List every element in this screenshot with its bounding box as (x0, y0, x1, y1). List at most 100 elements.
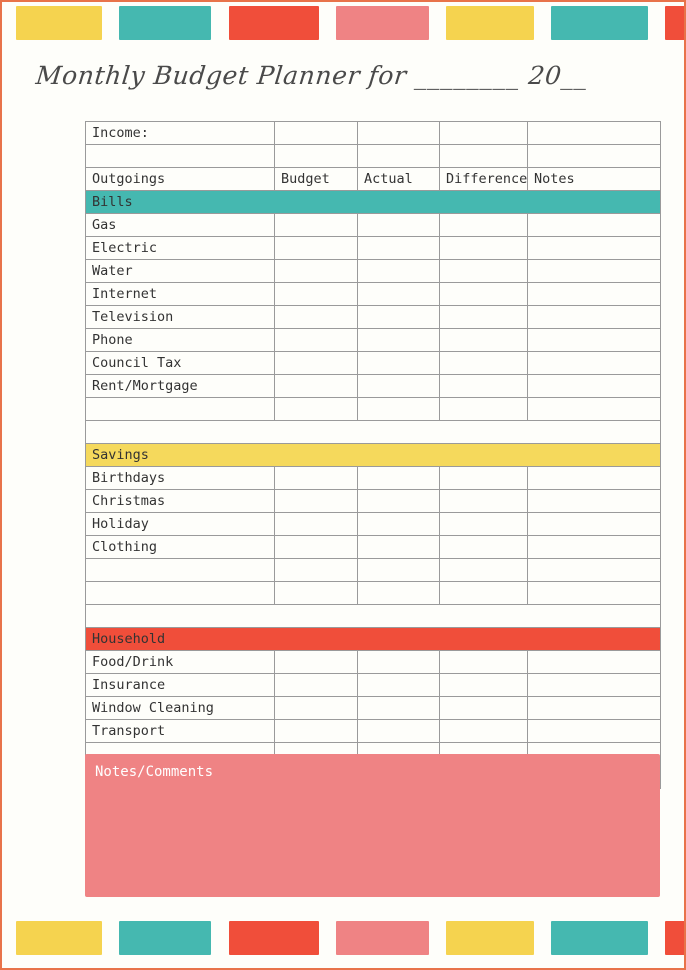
cell-difference[interactable] (439, 696, 528, 720)
row-label-blank-cell (85, 397, 275, 421)
row-label-cell: Clothing (85, 535, 275, 559)
notes-comments-box[interactable]: Notes/Comments (85, 754, 660, 897)
section-band-label: Bills (85, 190, 661, 214)
cell-budget[interactable] (274, 466, 358, 490)
cell-actual[interactable] (357, 121, 440, 145)
cell-notes[interactable] (527, 489, 661, 513)
cell-actual[interactable] (357, 696, 440, 720)
cell-difference[interactable] (439, 121, 528, 145)
cell-budget[interactable] (274, 351, 358, 375)
cell-difference[interactable] (439, 558, 528, 582)
cell-actual[interactable] (357, 535, 440, 559)
cell-actual[interactable] (357, 512, 440, 536)
cell-actual[interactable] (357, 581, 440, 605)
table-row: Rent/Mortgage (85, 374, 661, 398)
cell-budget[interactable] (274, 397, 358, 421)
cell-difference[interactable] (439, 535, 528, 559)
cell-difference[interactable] (439, 351, 528, 375)
cell-actual[interactable] (357, 144, 440, 168)
cell-difference[interactable] (439, 282, 528, 306)
decor-bottom-swatch-4 (446, 921, 534, 955)
cell-actual[interactable] (357, 213, 440, 237)
cell-notes[interactable] (527, 696, 661, 720)
cell-actual[interactable] (357, 466, 440, 490)
cell-actual[interactable] (357, 719, 440, 743)
cell-budget[interactable] (274, 259, 358, 283)
cell-budget[interactable] (274, 328, 358, 352)
cell-difference[interactable] (439, 581, 528, 605)
cell-notes[interactable] (527, 719, 661, 743)
cell-difference[interactable] (439, 719, 528, 743)
cell-budget[interactable] (274, 144, 358, 168)
cell-actual[interactable] (357, 259, 440, 283)
cell-budget[interactable] (274, 535, 358, 559)
cell-budget[interactable] (274, 512, 358, 536)
cell-budget[interactable] (274, 558, 358, 582)
cell-budget[interactable] (274, 719, 358, 743)
cell-difference[interactable] (439, 397, 528, 421)
cell-budget[interactable] (274, 236, 358, 260)
cell-notes[interactable] (527, 466, 661, 490)
cell-budget[interactable] (274, 305, 358, 329)
cell-notes[interactable] (527, 144, 661, 168)
cell-difference[interactable] (439, 259, 528, 283)
cell-notes[interactable] (527, 121, 661, 145)
cell-notes[interactable] (527, 650, 661, 674)
cell-notes[interactable] (527, 673, 661, 697)
cell-notes[interactable] (527, 558, 661, 582)
cell-actual[interactable] (357, 374, 440, 398)
cell-difference[interactable] (439, 305, 528, 329)
cell-notes[interactable] (527, 282, 661, 306)
cell-notes[interactable] (527, 236, 661, 260)
cell-budget[interactable] (274, 121, 358, 145)
cell-notes[interactable] (527, 581, 661, 605)
cell-actual[interactable] (357, 236, 440, 260)
cell-difference[interactable] (439, 466, 528, 490)
cell-actual[interactable] (357, 489, 440, 513)
cell-actual[interactable] (357, 558, 440, 582)
cell-notes[interactable] (527, 213, 661, 237)
cell-notes[interactable] (527, 328, 661, 352)
table-row (85, 581, 661, 605)
cell-budget[interactable] (274, 489, 358, 513)
cell-notes[interactable] (527, 351, 661, 375)
cell-actual[interactable] (357, 282, 440, 306)
cell-difference[interactable] (439, 673, 528, 697)
cell-notes[interactable] (527, 305, 661, 329)
cell-difference[interactable] (439, 328, 528, 352)
cell-actual[interactable] (357, 397, 440, 421)
cell-budget[interactable] (274, 673, 358, 697)
decor-bottom-swatch-2 (229, 921, 319, 955)
cell-difference[interactable] (439, 489, 528, 513)
cell-budget[interactable] (274, 581, 358, 605)
cell-actual[interactable] (357, 650, 440, 674)
cell-budget[interactable] (274, 213, 358, 237)
cell-actual[interactable] (357, 305, 440, 329)
decor-top-swatch-1 (119, 6, 211, 40)
row-label-cell: Window Cleaning (85, 696, 275, 720)
cell-notes[interactable] (527, 259, 661, 283)
table-row: Window Cleaning (85, 696, 661, 720)
cell-notes[interactable] (527, 535, 661, 559)
cell-budget[interactable] (274, 282, 358, 306)
cell-notes[interactable] (527, 374, 661, 398)
row-label-cell: Transport (85, 719, 275, 743)
cell-notes[interactable] (527, 512, 661, 536)
cell-difference[interactable] (439, 650, 528, 674)
cell-budget[interactable] (274, 650, 358, 674)
section-band-label: Savings (85, 443, 661, 467)
cell-actual[interactable] (357, 673, 440, 697)
cell-difference[interactable] (439, 144, 528, 168)
cell-difference[interactable] (439, 374, 528, 398)
cell-actual[interactable] (357, 328, 440, 352)
row-label-cell: Christmas (85, 489, 275, 513)
income-blank-label-cell (85, 144, 275, 168)
cell-budget[interactable] (274, 696, 358, 720)
cell-budget[interactable] (274, 374, 358, 398)
cell-difference[interactable] (439, 236, 528, 260)
decor-bottom-swatch-1 (119, 921, 211, 955)
cell-difference[interactable] (439, 213, 528, 237)
cell-actual[interactable] (357, 351, 440, 375)
cell-notes[interactable] (527, 397, 661, 421)
cell-difference[interactable] (439, 512, 528, 536)
